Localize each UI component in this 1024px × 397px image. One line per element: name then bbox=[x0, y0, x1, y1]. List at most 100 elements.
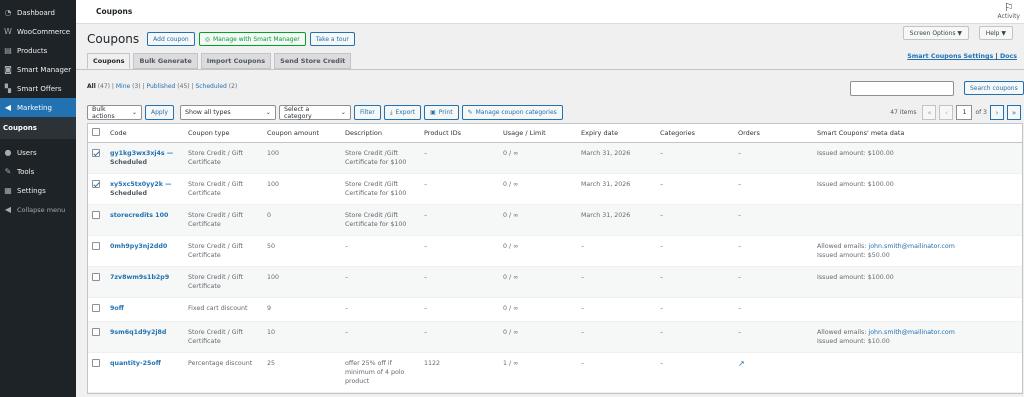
add-coupon-button[interactable]: Add coupon bbox=[147, 32, 195, 46]
submenu-item-coupons[interactable]: Coupons bbox=[0, 117, 76, 139]
coupon-code-link[interactable]: xy5xc5tx0yy2k — bbox=[110, 180, 180, 189]
coupon-type-cell: Percentage discount bbox=[188, 360, 253, 367]
sidebar-item-products[interactable]: ▤ Products bbox=[0, 41, 76, 60]
sidebar-item-tools[interactable]: ✎ Tools bbox=[0, 162, 76, 181]
row-checkbox[interactable] bbox=[92, 359, 100, 367]
sidebar-item-dashboard[interactable]: ◔ Dashboard bbox=[0, 3, 76, 22]
coupon-code-link[interactable]: 9off bbox=[110, 304, 180, 313]
table-header: Code Coupon type Coupon amount Descripti… bbox=[88, 124, 1022, 143]
issued-amount: Issued amount: $10.00 bbox=[817, 338, 890, 345]
bulk-actions-select[interactable]: Bulk actions ⌄ bbox=[87, 105, 142, 120]
prev-page-button: ‹ bbox=[939, 105, 954, 120]
meta-data-cell bbox=[813, 205, 1013, 235]
allowed-emails-label: Allowed emails: bbox=[817, 329, 869, 336]
filter-published-count: (45) bbox=[177, 83, 190, 90]
sidebar-item-smart-manager[interactable]: ◙ Smart Manager bbox=[0, 60, 76, 79]
row-select-cell bbox=[88, 174, 106, 204]
coupon-code-link[interactable]: gy1kg3wx3xj4s — bbox=[110, 149, 180, 158]
manage-categories-button[interactable]: ✎ Manage coupon categories bbox=[461, 105, 563, 120]
meta-data-cell: Allowed emails: john.smith@mailinator.co… bbox=[813, 322, 1013, 352]
allowed-email-link[interactable]: john.smith@mailinator.com bbox=[868, 329, 954, 336]
coupon-amount-cell: 100 bbox=[267, 181, 280, 188]
categories-cell: – bbox=[660, 360, 664, 367]
coupon-status: Scheduled bbox=[110, 190, 147, 197]
page-title: Coupons bbox=[87, 32, 140, 46]
coupon-type-value: Show all types bbox=[184, 109, 231, 116]
row-select-cell bbox=[88, 143, 106, 173]
row-checkbox[interactable] bbox=[92, 242, 100, 250]
row-select-cell bbox=[88, 322, 106, 352]
take-tour-button[interactable]: Take a tour bbox=[309, 32, 355, 46]
sidebar-item-users[interactable]: ● Users bbox=[0, 143, 76, 162]
help-button[interactable]: Help ▼ bbox=[978, 26, 1013, 40]
activity-button[interactable]: ⚐ Activity bbox=[998, 2, 1020, 20]
next-page-button[interactable]: › bbox=[990, 105, 1004, 120]
sidebar-item-smart-offers[interactable]: ▚ Smart Offers bbox=[0, 79, 76, 98]
external-link-icon[interactable]: ↗ bbox=[738, 359, 745, 368]
coupon-type-cell: Store Credit / Gift Certificate bbox=[188, 274, 243, 290]
tab-bulk-generate[interactable]: Bulk Generate bbox=[133, 53, 198, 69]
coupon-code-link[interactable]: 7zv8wm9s1b2p9 bbox=[110, 273, 180, 282]
search-coupons-button[interactable]: Search coupons bbox=[964, 81, 1024, 95]
category-select[interactable]: Select a category ⌄ bbox=[278, 105, 351, 120]
code-cell: gy1kg3wx3xj4s — Scheduled bbox=[106, 143, 184, 173]
coupon-code-link[interactable]: 9sm6q1d9y2j8d bbox=[110, 328, 180, 337]
tab-coupons[interactable]: Coupons bbox=[87, 53, 131, 69]
tab-send-store-credit[interactable]: Send Store Credit bbox=[274, 53, 352, 69]
coupons-table: Code Coupon type Coupon amount Descripti… bbox=[87, 123, 1023, 394]
sidebar-item-settings[interactable]: ▦ Settings bbox=[0, 181, 76, 200]
filter-mine[interactable]: Mine bbox=[116, 83, 130, 90]
coupon-code-link[interactable]: 0mh9py3nj2dd0 bbox=[110, 242, 180, 251]
coupon-type-cell: Store Credit / Gift Certificate bbox=[188, 329, 243, 345]
filter-scheduled[interactable]: Scheduled bbox=[195, 83, 226, 90]
categories-cell: – bbox=[660, 274, 664, 281]
meta-data-cell: Issued amount: $100.00 bbox=[813, 143, 1013, 173]
apply-button[interactable]: Apply bbox=[145, 105, 174, 120]
sidebar-item-label: Dashboard bbox=[17, 8, 55, 17]
smart-coupons-settings-link[interactable]: Smart Coupons Settings bbox=[907, 53, 993, 60]
categories-cell: – bbox=[660, 243, 664, 250]
current-page-input[interactable]: 1 bbox=[956, 105, 973, 120]
print-button[interactable]: ▣ Print bbox=[424, 105, 459, 120]
docs-link[interactable]: Docs bbox=[1000, 53, 1017, 60]
col-categories: Categories bbox=[660, 129, 696, 137]
filter-scheduled-count: (2) bbox=[228, 83, 238, 90]
sidebar-item-label: Users bbox=[17, 148, 37, 157]
row-checkbox[interactable] bbox=[92, 304, 100, 312]
tab-import-coupons[interactable]: Import Coupons bbox=[200, 53, 272, 69]
sidebar-item-label: WooCommerce bbox=[17, 27, 71, 36]
export-button[interactable]: ⤓ Export bbox=[383, 105, 422, 120]
product-ids-cell: 1122 bbox=[424, 360, 441, 367]
orders-cell: – bbox=[738, 305, 742, 312]
row-checkbox[interactable] bbox=[92, 328, 100, 336]
manage-smart-manager-button[interactable]: ◎ Manage with Smart Manager bbox=[198, 32, 306, 46]
usage-limit-cell: 0 / ∞ bbox=[503, 305, 519, 312]
sidebar-item-woocommerce[interactable]: W WooCommerce bbox=[0, 22, 76, 41]
meta-data-cell: Issued amount: $100.00 bbox=[813, 174, 1013, 204]
search-input[interactable] bbox=[850, 81, 954, 96]
filter-published[interactable]: Published bbox=[146, 83, 175, 90]
collapse-menu-button[interactable]: ◀ Collapse menu bbox=[0, 200, 76, 219]
expiry-date-cell: March 31, 2026 bbox=[581, 212, 631, 219]
table-nav: Bulk actions ⌄ Apply Show all types ⌄ Sele… bbox=[87, 105, 563, 120]
row-checkbox[interactable] bbox=[92, 273, 100, 281]
usage-limit-cell: 0 / ∞ bbox=[503, 181, 519, 188]
col-code[interactable]: Code bbox=[106, 123, 184, 143]
filter-all[interactable]: All bbox=[87, 83, 96, 90]
row-checkbox[interactable] bbox=[92, 211, 100, 219]
settings-icon: ▦ bbox=[4, 186, 12, 195]
row-checkbox[interactable] bbox=[92, 149, 100, 157]
coupon-type-select[interactable]: Show all types ⌄ bbox=[179, 105, 276, 120]
filter-button[interactable]: Filter bbox=[353, 105, 381, 120]
coupon-code-link[interactable]: quantity-25off bbox=[110, 359, 180, 368]
screen-options-button[interactable]: Screen Options ▼ bbox=[902, 26, 969, 40]
allowed-email-link[interactable]: john.smith@mailinator.com bbox=[868, 243, 954, 250]
expiry-date-cell: – bbox=[581, 360, 585, 367]
select-all-checkbox[interactable] bbox=[92, 128, 100, 136]
last-page-button[interactable]: » bbox=[1007, 105, 1021, 120]
sidebar-item-marketing[interactable]: ◀ Marketing bbox=[0, 98, 76, 117]
row-checkbox[interactable] bbox=[92, 180, 100, 188]
col-description: Description bbox=[345, 129, 383, 137]
coupon-code-link[interactable]: storecredits 100 bbox=[110, 211, 180, 220]
description-cell: – bbox=[345, 274, 349, 281]
